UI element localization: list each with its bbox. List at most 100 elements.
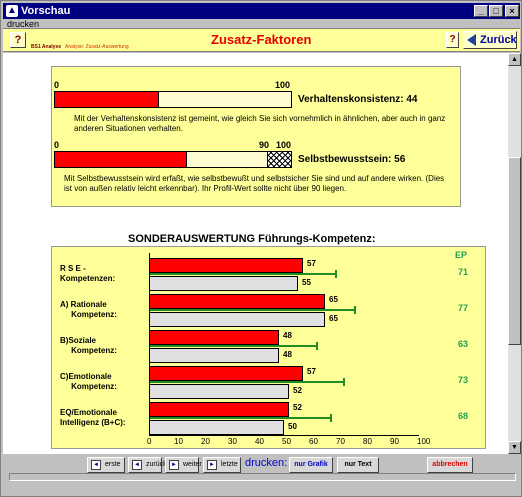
ep-value: 63: [458, 339, 469, 349]
scroll-up-icon[interactable]: ▲: [508, 53, 521, 66]
score-value: 48: [283, 331, 292, 340]
confidence-description: Mit Selbstbewusstsein wird erfaßt, wie s…: [64, 174, 445, 193]
prev-page-button[interactable]: ◄ zurück: [128, 457, 167, 473]
x-tick-label: 100: [417, 437, 431, 446]
scale-min-label: 0: [54, 140, 60, 150]
header-toolbar: ? BS1 Analyse Analyse: Zusatz-Auswertung…: [3, 28, 520, 52]
preview-window: ▲ Vorschau _ □ × drucken ? BS1 Analyse A…: [0, 0, 522, 497]
consistency-label: Verhaltenskonsistenz: 44: [298, 94, 418, 105]
consistency-bar: [54, 91, 292, 108]
x-tick-label: 60: [309, 437, 318, 446]
ep-range-line: [149, 417, 330, 419]
category-label: B)Soziale Kompetenz:: [60, 336, 117, 355]
report-content: 0 100 Verhaltenskonsistenz: 44 Mit der V…: [3, 53, 508, 454]
last-page-button[interactable]: ► letzte: [203, 457, 241, 473]
x-tick-label: 30: [228, 437, 237, 446]
close-button[interactable]: ×: [505, 5, 519, 17]
leadership-chart-panel: EP R S E - Kompetenzen: 57 55 71 A) Rational…: [51, 246, 486, 449]
scale-max-label: 100: [275, 80, 291, 90]
ep-range-line: [149, 273, 335, 275]
back-button[interactable]: Zurück: [463, 31, 517, 49]
first-page-button[interactable]: ◄ erste: [87, 457, 125, 473]
minimize-button[interactable]: _: [474, 5, 488, 17]
scale-min-label: 0: [54, 80, 60, 90]
comparison-value: 50: [288, 422, 297, 431]
cancel-button[interactable]: abbrechen: [427, 457, 473, 473]
ep-range-line: [149, 381, 343, 383]
app-icon: ▲: [6, 5, 18, 17]
scroll-thumb[interactable]: [508, 157, 521, 345]
first-page-icon: ◄: [91, 460, 101, 470]
back-label: Zurück: [480, 34, 517, 46]
x-tick-label: 50: [282, 437, 291, 446]
ep-value: 73: [458, 375, 469, 385]
category-label: EQ/Emotionale Intelligenz (B+C):: [60, 408, 126, 427]
scroll-down-icon[interactable]: ▼: [508, 441, 521, 454]
vertical-scrollbar[interactable]: ▲ ▼: [508, 53, 521, 454]
score-bar: [149, 366, 303, 381]
title-bar: ▲ Vorschau _ □ ×: [3, 3, 520, 19]
traits-panel: 0 100 Verhaltenskonsistenz: 44 Mit der V…: [51, 66, 461, 207]
help-button-2[interactable]: ?: [446, 32, 459, 48]
comparison-bar: [149, 348, 279, 363]
print-text-button[interactable]: nur Text: [337, 457, 379, 473]
comparison-value: 55: [302, 278, 311, 287]
last-page-icon: ►: [207, 460, 217, 470]
print-graphic-button[interactable]: nur Grafik: [289, 457, 333, 473]
next-page-icon: ►: [169, 460, 179, 470]
score-bar: [149, 330, 279, 345]
ep-value: 68: [458, 411, 469, 421]
section-title: SONDERAUSWERTUNG Führungs-Kompetenz:: [128, 233, 376, 245]
x-tick-label: 80: [363, 437, 372, 446]
maximize-button[interactable]: □: [489, 5, 503, 17]
category-label: R S E - Kompetenzen:: [60, 264, 116, 283]
consistency-bar-fill: [55, 92, 159, 107]
page-title: Zusatz-Faktoren: [211, 32, 312, 47]
ep-range-line: [149, 345, 316, 347]
x-tick-label: 10: [174, 437, 183, 446]
comparison-bar: [149, 312, 325, 327]
window-title: Vorschau: [21, 5, 71, 17]
score-value: 52: [293, 403, 302, 412]
horizontal-scrollbar[interactable]: [9, 473, 516, 481]
category-label: C)Emotionale Kompetenz:: [60, 372, 117, 391]
prev-page-icon: ◄: [132, 460, 142, 470]
ep-range-tick: [330, 414, 332, 422]
comparison-value: 65: [329, 314, 338, 323]
confidence-limit-zone: [267, 152, 291, 167]
score-bar: [149, 402, 289, 417]
x-tick-label: 70: [336, 437, 345, 446]
scale-max-label: 100: [276, 140, 292, 150]
x-tick-label: 20: [201, 437, 210, 446]
ep-value: 77: [458, 303, 469, 313]
print-label: drucken:: [245, 457, 288, 469]
help-button[interactable]: ?: [10, 32, 26, 48]
toolbar-subtitle-2: Analyse: Zusatz-Auswertung: [65, 44, 129, 50]
score-value: 65: [329, 295, 338, 304]
score-value: 57: [307, 367, 316, 376]
back-arrow-icon: [467, 34, 476, 46]
comparison-value: 48: [283, 350, 292, 359]
confidence-bar-fill: [55, 152, 187, 167]
next-page-button[interactable]: ► weiter: [165, 457, 202, 473]
ep-range-tick: [354, 306, 356, 314]
category-label: A) Rationale Kompetenz:: [60, 300, 117, 319]
x-tick-label: 40: [255, 437, 264, 446]
comparison-bar: [149, 384, 289, 399]
ep-range-tick: [343, 378, 345, 386]
score-value: 57: [307, 259, 316, 268]
ep-header: EP: [455, 250, 468, 260]
consistency-description: Mit der Verhaltenskonsistenz ist gemeint…: [74, 114, 446, 133]
ep-range-line: [149, 309, 354, 311]
scale-mark-label: 90: [259, 140, 270, 150]
ep-range-tick: [335, 270, 337, 278]
confidence-label: Selbstbewusstsein: 56: [298, 154, 406, 165]
score-bar: [149, 258, 303, 273]
ep-value: 71: [458, 267, 469, 277]
confidence-bar: [54, 151, 292, 168]
x-axis: [149, 435, 419, 436]
x-tick-label: 0: [147, 437, 152, 446]
navigation-bar: ◄ erste ◄ zurück ► weiter ► letzte druck…: [3, 455, 520, 475]
comparison-bar: [149, 420, 284, 435]
ep-range-tick: [316, 342, 318, 350]
